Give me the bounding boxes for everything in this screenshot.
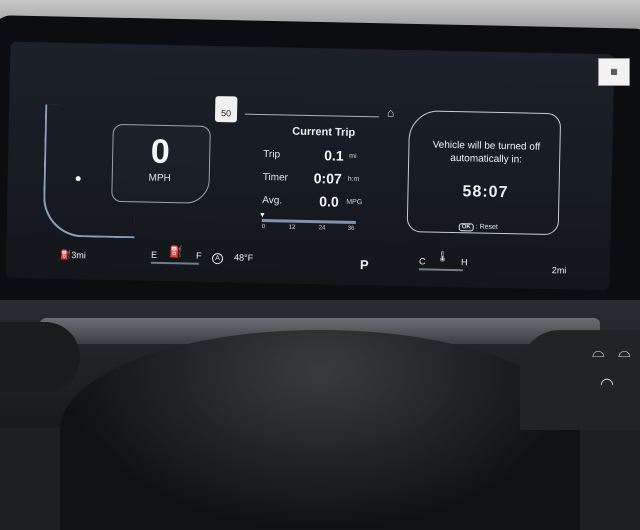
outside-temp: 48°F (233, 252, 254, 263)
consumption-scale (261, 219, 356, 224)
range-readout: ⛽3mi (60, 250, 86, 262)
temp-cold-label: C (418, 256, 426, 267)
trip-title: Current Trip (292, 125, 356, 139)
fuel-empty-label: E (151, 249, 158, 260)
speed-value: 0 (150, 132, 171, 172)
scale-tick: 12 (288, 224, 296, 231)
position-dot (75, 176, 81, 182)
odometer: 2mi (551, 265, 567, 276)
gear-indicator: P (359, 257, 369, 273)
coolant-temp-icon: 🌡 (436, 251, 449, 263)
rear-wiper-icon: ⌓ (618, 344, 631, 361)
shutoff-countdown: 58:07 (462, 183, 509, 202)
timer-row-unit: h:m (347, 175, 360, 184)
qr-sticker: ▦ (598, 58, 630, 86)
fuel-pump-icon: ⛽ (59, 249, 72, 261)
washer-icon: ⌓ (592, 344, 605, 361)
scale-tick: 0 (261, 224, 266, 231)
scale-tick: 24 (318, 225, 326, 232)
timer-row-label: Timer (262, 172, 289, 184)
reset-hint: OK : Reset (458, 223, 498, 232)
speed-unit: MPH (148, 172, 171, 185)
fuel-gauge-bar (150, 261, 199, 265)
steering-wheel (60, 330, 580, 530)
trip-row-unit: mi (349, 152, 357, 160)
avg-row-value: 0.0 (319, 193, 339, 210)
avg-row-label: Avg. (262, 195, 283, 207)
range-value: 3mi (71, 250, 86, 261)
fuel-warning-icon: ⛽ (169, 246, 183, 259)
scale-marker-icon: ▼ (258, 211, 266, 220)
reset-label: : Reset (475, 223, 498, 231)
trip-row-value: 0.1 (324, 147, 344, 164)
avg-row-unit: MPG (346, 198, 363, 207)
instrument-cluster-screen: 0 MPH 50 ⌂ Current Trip Trip 0.1 mi Time… (5, 41, 615, 291)
left-stalk (0, 322, 80, 392)
speed-limit-value: 50 (220, 108, 232, 119)
timer-row-value: 0:07 (313, 170, 342, 187)
fuel-full-label: F (195, 250, 202, 261)
wiper-icon: ◠ (600, 376, 614, 393)
speed-limit-sign-icon: 50 (214, 96, 238, 123)
lane-assist-icon: ⌂ (386, 105, 395, 120)
temp-hot-label: H (460, 257, 468, 268)
coolant-gauge-bar (418, 268, 463, 272)
lane-divider (245, 113, 380, 118)
auto-hold-icon: A (211, 252, 224, 265)
shutoff-notice-panel (406, 110, 562, 236)
shutoff-message: Vehicle will be turned off automatically… (432, 139, 541, 166)
trip-row-label: Trip (263, 149, 281, 161)
ok-key-icon: OK (458, 223, 474, 232)
scale-tick: 36 (347, 225, 355, 232)
